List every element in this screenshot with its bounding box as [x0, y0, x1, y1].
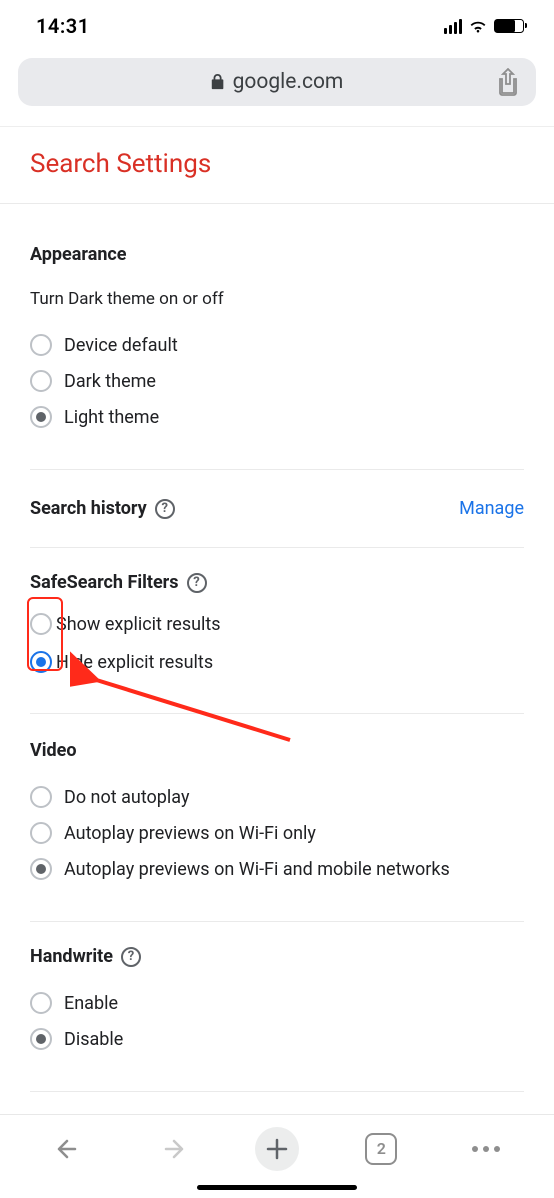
radio-circle-selected-icon — [30, 651, 52, 673]
handwrite-heading: Handwrite ? — [30, 946, 524, 967]
search-history-section: Search history ? Manage — [30, 470, 524, 519]
search-history-heading: Search history ? — [30, 498, 175, 519]
radio-label: Do not autoplay — [64, 787, 189, 808]
search-history-manage-link[interactable]: Manage — [459, 498, 524, 519]
radio-label: Dark theme — [64, 371, 156, 392]
radio-wifi-only[interactable]: Autoplay previews on Wi-Fi only — [30, 815, 524, 851]
search-history-label: Search history — [30, 498, 147, 519]
plus-icon — [264, 1136, 290, 1162]
radio-label: Show explicit results — [56, 614, 221, 635]
radio-label: Disable — [64, 1029, 123, 1050]
video-heading: Video — [30, 740, 524, 761]
radio-handwrite-disable[interactable]: Disable — [30, 1021, 524, 1057]
radio-handwrite-enable[interactable]: Enable — [30, 985, 524, 1021]
radio-dark-theme[interactable]: Dark theme — [30, 363, 524, 399]
radio-hide-explicit[interactable]: Hide explicit results — [30, 641, 524, 679]
help-icon[interactable]: ? — [121, 947, 141, 967]
share-button[interactable] — [496, 68, 520, 96]
safesearch-heading: SafeSearch Filters ? — [30, 572, 524, 593]
arrow-right-icon — [158, 1134, 188, 1164]
radio-circle-selected-icon — [30, 858, 52, 880]
radio-circle-icon — [30, 992, 52, 1014]
status-time: 14:31 — [36, 14, 90, 38]
url-domain: google.com — [233, 70, 344, 94]
radio-label: Light theme — [64, 407, 159, 428]
radio-show-explicit[interactable]: Show explicit results — [30, 607, 524, 641]
url-bar[interactable]: google.com — [18, 58, 536, 106]
help-icon[interactable]: ? — [187, 573, 207, 593]
handwrite-section: Handwrite ? Enable Disable — [30, 922, 524, 1092]
forward-button[interactable] — [149, 1125, 197, 1173]
radio-circle-icon — [30, 370, 52, 392]
handwrite-label: Handwrite — [30, 946, 113, 967]
back-button[interactable] — [44, 1125, 92, 1173]
battery-icon — [494, 19, 524, 33]
status-icons-group — [444, 19, 525, 34]
safesearch-section: SafeSearch Filters ? Show explicit resul… — [30, 548, 524, 714]
arrow-left-icon — [53, 1134, 83, 1164]
appearance-section: Appearance Turn Dark theme on or off Dev… — [30, 204, 524, 470]
radio-label: Enable — [64, 993, 118, 1014]
radio-circle-icon — [30, 334, 52, 356]
radio-label: Autoplay previews on Wi-Fi and mobile ne… — [64, 859, 450, 880]
cellular-signal-icon — [444, 19, 463, 34]
status-bar: 14:31 — [0, 0, 554, 48]
home-indicator — [197, 1185, 357, 1190]
tabs-count: 2 — [365, 1133, 397, 1165]
radio-circle-selected-icon — [30, 406, 52, 428]
safesearch-label: SafeSearch Filters — [30, 572, 179, 593]
appearance-heading: Appearance — [30, 244, 524, 265]
radio-circle-icon — [30, 613, 52, 635]
wifi-icon — [468, 19, 488, 33]
radio-no-autoplay[interactable]: Do not autoplay — [30, 779, 524, 815]
radio-circle-icon — [30, 786, 52, 808]
share-icon — [496, 68, 520, 96]
radio-label: Autoplay previews on Wi-Fi only — [64, 823, 316, 844]
tabs-button[interactable]: 2 — [357, 1125, 405, 1173]
radio-light-theme[interactable]: Light theme — [30, 399, 524, 435]
page-title: Search Settings — [0, 127, 554, 204]
lock-icon — [211, 74, 225, 90]
more-dots-icon — [472, 1146, 500, 1152]
radio-label: Hide explicit results — [56, 652, 213, 673]
help-icon[interactable]: ? — [155, 499, 175, 519]
appearance-subtitle: Turn Dark theme on or off — [30, 265, 524, 309]
radio-label: Device default — [64, 335, 178, 356]
radio-wifi-mobile[interactable]: Autoplay previews on Wi-Fi and mobile ne… — [30, 851, 524, 887]
video-section: Video Do not autoplay Autoplay previews … — [30, 714, 524, 922]
radio-circle-icon — [30, 822, 52, 844]
new-tab-button[interactable] — [253, 1125, 301, 1173]
radio-device-default[interactable]: Device default — [30, 327, 524, 363]
radio-circle-selected-icon — [30, 1028, 52, 1050]
more-menu-button[interactable] — [462, 1125, 510, 1173]
